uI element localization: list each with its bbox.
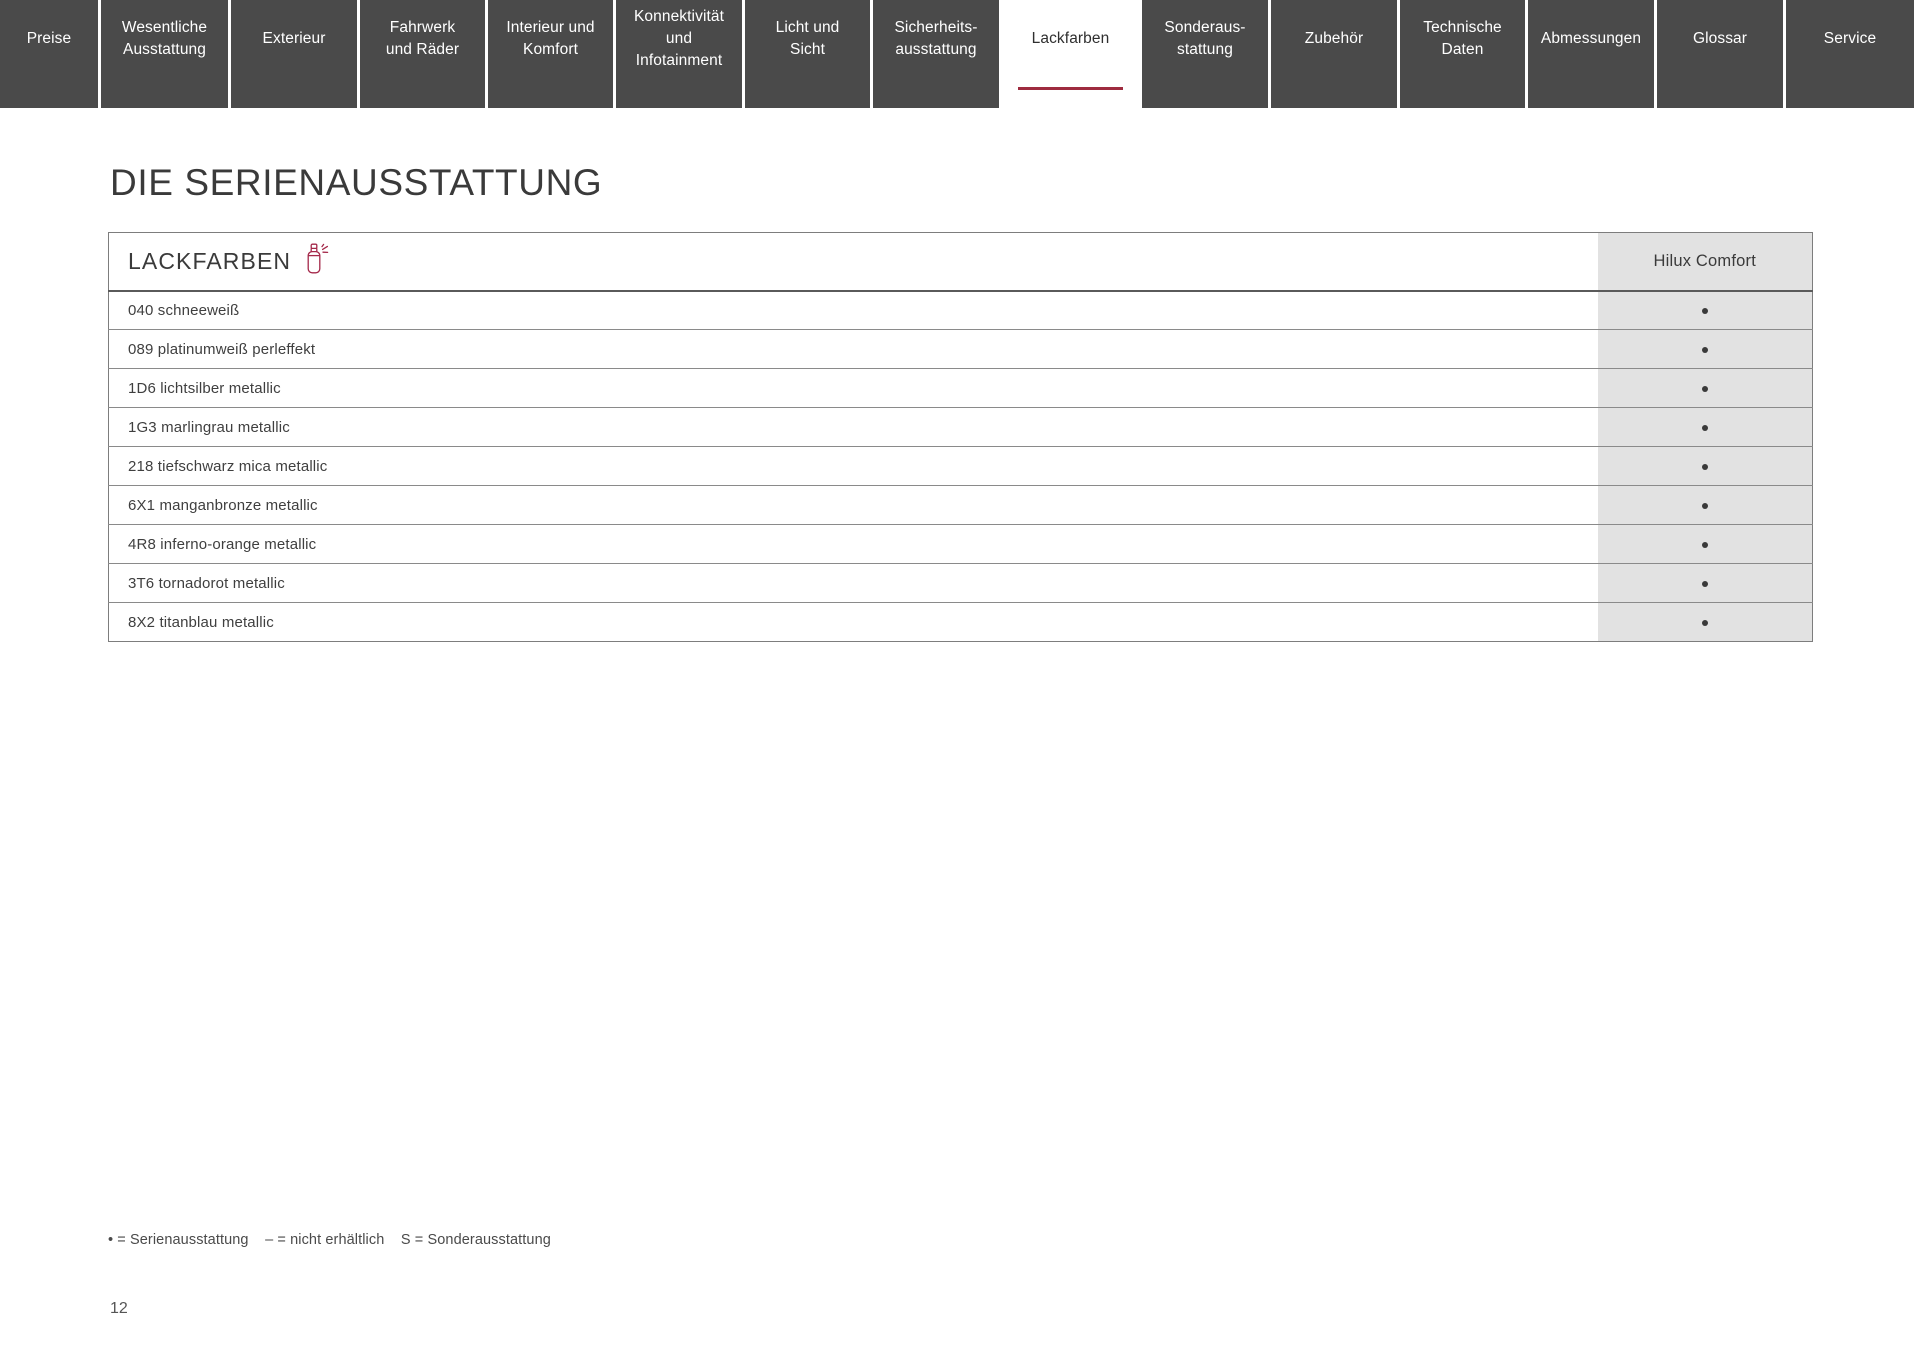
availability-cell xyxy=(1597,602,1813,642)
nav-tab-label: Konnektivität und Infotainment xyxy=(633,8,725,69)
table-header: LACKFARBEN Hilux Comfort xyxy=(108,232,1813,292)
table-row: 4R8 inferno-orange metallic xyxy=(108,524,1813,564)
nav-tab-2[interactable]: Exterieur xyxy=(231,0,360,108)
standard-equipment-dot xyxy=(1701,619,1708,626)
nav-tab-label: Abmessungen xyxy=(1540,30,1642,47)
nav-tab-10[interactable]: Zubehör xyxy=(1271,0,1400,108)
standard-equipment-dot xyxy=(1701,463,1708,470)
table-section-title: LACKFARBEN xyxy=(128,247,292,274)
table-row: 3T6 tornadorot metallic xyxy=(108,563,1813,603)
nav-tab-11[interactable]: Technische Daten xyxy=(1400,0,1528,108)
availability-cell xyxy=(1597,407,1813,447)
nav-tab-12[interactable]: Abmessungen xyxy=(1528,0,1657,108)
paint-color-name: 089 platinumweiß perleffekt xyxy=(108,329,1598,369)
table-row: 218 tiefschwarz mica metallic xyxy=(108,446,1813,486)
table-section-header-cell: LACKFARBEN xyxy=(108,232,1598,292)
spray-can-icon xyxy=(303,243,329,280)
paint-color-name: 4R8 inferno-orange metallic xyxy=(108,524,1598,564)
legend-text: • = Serienausstattung – = nicht erhältli… xyxy=(108,1232,551,1248)
page-number: 12 xyxy=(110,1300,128,1317)
nav-tab-label: Licht und Sicht xyxy=(775,19,840,58)
nav-tab-label: Sicherheits- ausstattung xyxy=(894,19,978,58)
nav-tab-label: Technische Daten xyxy=(1423,19,1502,58)
standard-equipment-dot xyxy=(1701,346,1708,353)
nav-tab-label: Preise xyxy=(26,30,72,47)
table-row: 8X2 titanblau metallic xyxy=(108,602,1813,642)
table-row: 6X1 manganbronze metallic xyxy=(108,485,1813,525)
availability-cell xyxy=(1597,485,1813,525)
paint-color-name: 8X2 titanblau metallic xyxy=(108,602,1598,642)
nav-tab-1[interactable]: Wesentliche Ausstattung xyxy=(101,0,231,108)
availability-cell xyxy=(1597,446,1813,486)
nav-tab-label: Glossar xyxy=(1692,30,1748,47)
availability-cell xyxy=(1597,290,1813,330)
nav-tab-8[interactable]: Lackfarben xyxy=(1002,0,1142,108)
nav-tab-5[interactable]: Konnektivität und Infotainment xyxy=(616,0,745,108)
table-row: 089 platinumweiß perleffekt xyxy=(108,329,1813,369)
paint-color-name: 218 tiefschwarz mica metallic xyxy=(108,446,1598,486)
paint-color-name: 040 schneeweiß xyxy=(108,290,1598,330)
nav-tab-4[interactable]: Interieur und Komfort xyxy=(488,0,616,108)
nav-tab-label: Zubehör xyxy=(1304,30,1364,47)
table-header-row: LACKFARBEN Hilux Comfort xyxy=(108,232,1813,292)
active-tab-underline xyxy=(1018,87,1123,90)
nav-tab-6[interactable]: Licht und Sicht xyxy=(745,0,873,108)
standard-equipment-dot xyxy=(1701,580,1708,587)
availability-cell xyxy=(1597,524,1813,564)
main-navigation: Preise Wesentliche Ausstattung Exterieur Fa… xyxy=(0,0,1920,108)
nav-tab-label: Exterieur xyxy=(262,30,326,47)
nav-tab-label: Wesentliche Ausstattung xyxy=(121,19,208,58)
nav-tab-label: Service xyxy=(1823,30,1877,47)
nav-tab-label: Sonderaus- stattung xyxy=(1164,19,1246,58)
paint-color-name: 1D6 lichtsilber metallic xyxy=(108,368,1598,408)
table-row: 1G3 marlingrau metallic xyxy=(108,407,1813,447)
nav-tab-label: Interieur und Komfort xyxy=(506,19,595,58)
table-row: 040 schneeweiß xyxy=(108,290,1813,330)
nav-tab-0[interactable]: Preise xyxy=(0,0,101,108)
availability-cell xyxy=(1597,563,1813,603)
standard-equipment-dot xyxy=(1701,385,1708,392)
page-content: DIE SERIENAUSSTATTUNG LACKFARBEN Hilux C… xyxy=(0,162,1920,642)
nav-tab-14[interactable]: Service xyxy=(1786,0,1914,108)
availability-cell xyxy=(1597,329,1813,369)
nav-tab-3[interactable]: Fahrwerk und Räder xyxy=(360,0,488,108)
nav-tab-label: Lackfarben xyxy=(1031,30,1110,47)
standard-equipment-dot xyxy=(1701,424,1708,431)
nav-tab-label: Fahrwerk und Räder xyxy=(385,19,460,58)
standard-equipment-dot xyxy=(1701,307,1708,314)
standard-equipment-dot xyxy=(1701,502,1708,509)
standard-equipment-dot xyxy=(1701,541,1708,548)
paint-color-name: 6X1 manganbronze metallic xyxy=(108,485,1598,525)
table-row: 1D6 lichtsilber metallic xyxy=(108,368,1813,408)
paint-color-name: 1G3 marlingrau metallic xyxy=(108,407,1598,447)
availability-cell xyxy=(1597,368,1813,408)
paint-color-name: 3T6 tornadorot metallic xyxy=(108,563,1598,603)
table-body: 040 schneeweiß 089 platinumweiß perleffek… xyxy=(108,290,1813,642)
nav-tab-7[interactable]: Sicherheits- ausstattung xyxy=(873,0,1002,108)
table-column-header-hilux-comfort: Hilux Comfort xyxy=(1597,232,1813,292)
page-title: DIE SERIENAUSSTATTUNG xyxy=(110,162,603,203)
lackfarben-table: LACKFARBEN Hilux Comfort 040 schneeweiß … xyxy=(108,232,1813,642)
nav-tab-9[interactable]: Sonderaus- stattung xyxy=(1142,0,1271,108)
nav-tab-13[interactable]: Glossar xyxy=(1657,0,1786,108)
